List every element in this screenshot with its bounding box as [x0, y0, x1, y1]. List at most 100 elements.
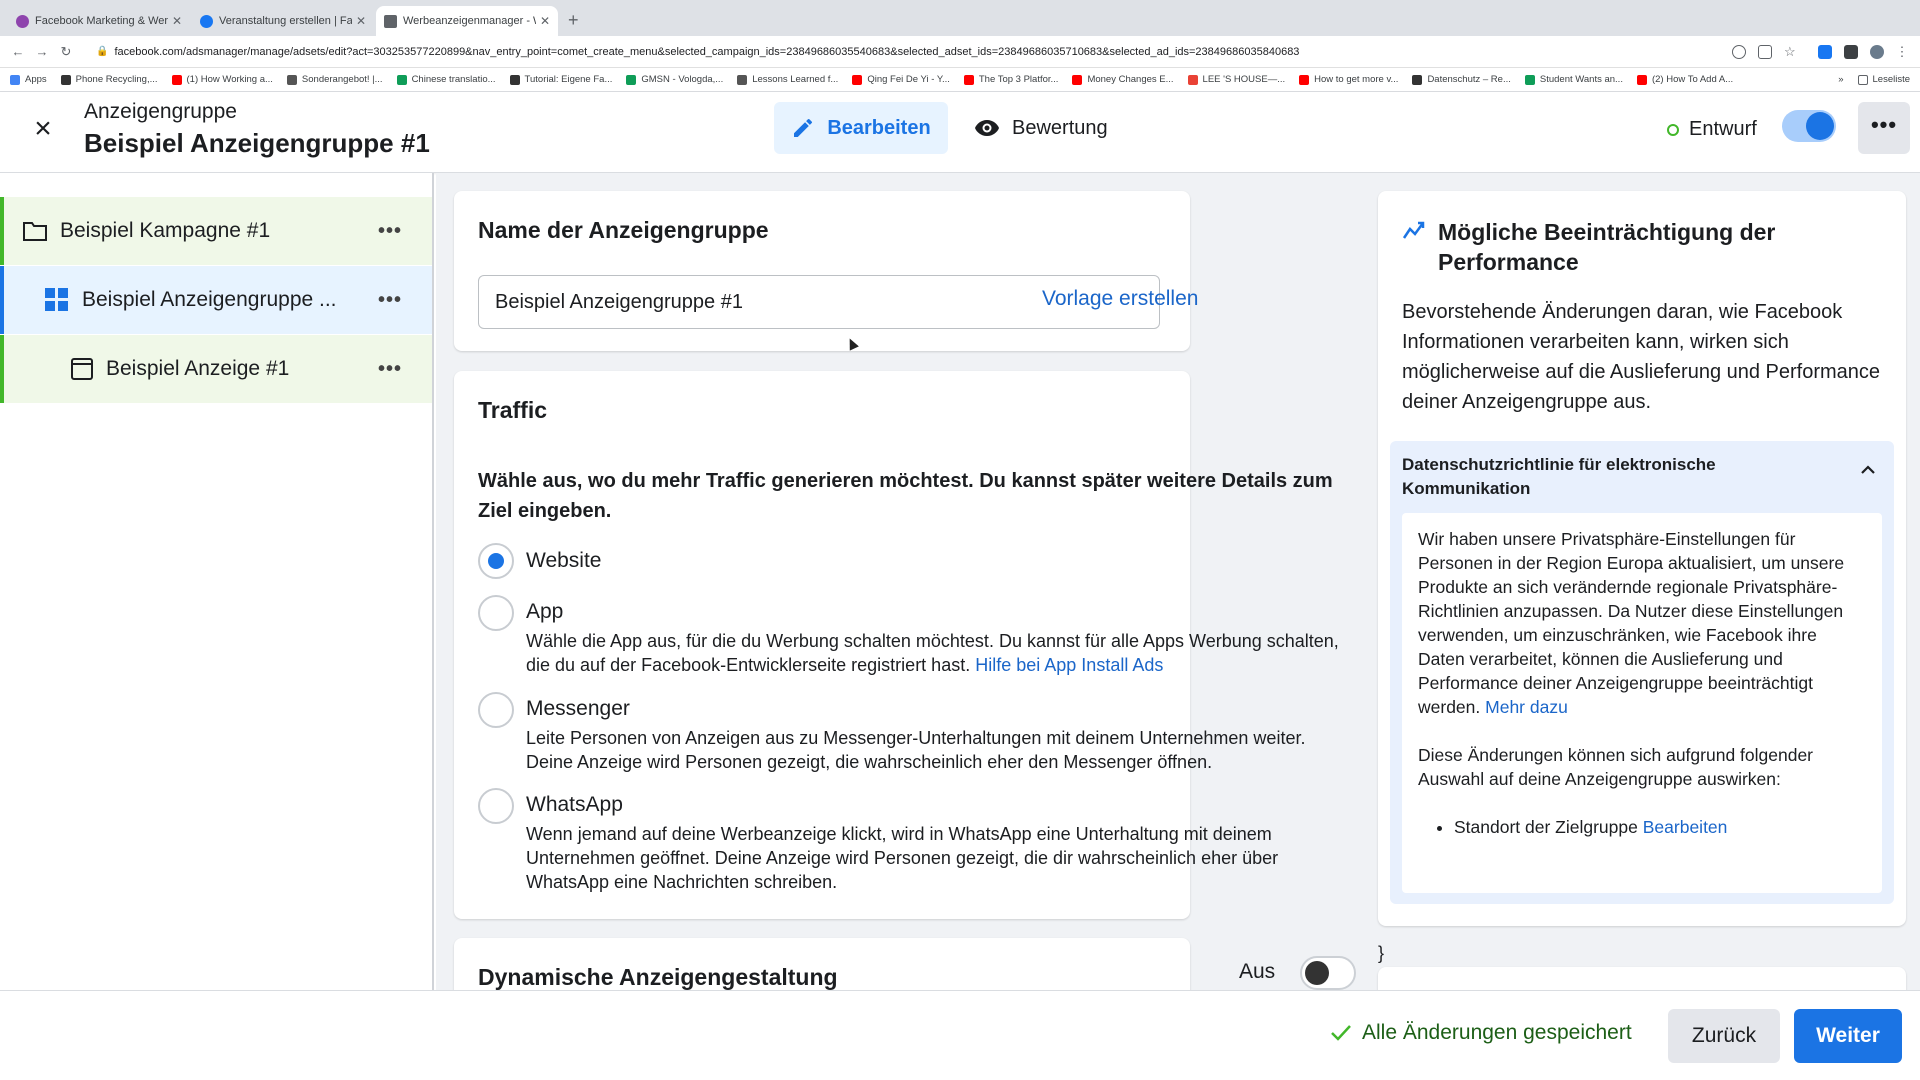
- bookmark[interactable]: Apps: [10, 74, 47, 85]
- bookmark[interactable]: Datenschutz – Re...: [1412, 74, 1511, 85]
- bookmark[interactable]: Lessons Learned f...: [737, 74, 838, 85]
- back-button[interactable]: Zurück: [1668, 1009, 1780, 1063]
- bookmarks-bar: Apps Phone Recycling,... (1) How Working…: [0, 68, 1920, 92]
- bookmarks-overflow-icon[interactable]: »: [1838, 74, 1843, 85]
- radio-label: Messenger: [526, 697, 630, 720]
- chevron-up-icon[interactable]: [1860, 465, 1876, 475]
- more-options-icon[interactable]: •••: [378, 220, 402, 243]
- traffic-card: Traffic Wähle aus, wo du mehr Traffic ge…: [454, 371, 1339, 919]
- bookmark-favicon-icon: [1524, 74, 1535, 85]
- accordion-paragraph: Wir haben unsere Privatsphäre-Einstellun…: [1418, 529, 1845, 717]
- facebook-extension-icon[interactable]: [1818, 44, 1832, 59]
- accordion-paragraph: Diese Änderungen können sich aufgrund fo…: [1418, 745, 1814, 789]
- youtube-icon: [963, 74, 974, 85]
- dynamic-creative-toggle[interactable]: [1300, 956, 1356, 990]
- url-field[interactable]: 🔒 facebook.com/adsmanager/manage/adsets/e…: [84, 40, 1726, 64]
- radio-label: Website: [526, 549, 602, 572]
- browser-tab[interactable]: Veranstaltung erstellen | Faceb✕: [192, 6, 374, 36]
- radio-label: WhatsApp: [526, 793, 623, 816]
- more-options-button[interactable]: •••: [1858, 102, 1910, 154]
- reading-list-icon: [1857, 74, 1868, 85]
- new-tab-icon[interactable]: +: [568, 6, 579, 31]
- list-item: Standort der Zielgruppe Bearbeiten: [1454, 815, 1866, 839]
- bookmark[interactable]: LEE 'S HOUSE—...: [1187, 74, 1285, 85]
- bookmark[interactable]: Chinese translatio...: [396, 74, 496, 85]
- radio-whatsapp[interactable]: [478, 788, 514, 824]
- bookmark[interactable]: GMSN - Vologda,...: [626, 74, 723, 85]
- bookmark[interactable]: Phone Recycling,...: [60, 74, 158, 85]
- bookmark-favicon-icon: [626, 74, 637, 85]
- radio-website[interactable]: [478, 543, 514, 579]
- bookmark[interactable]: Student Wants an...: [1524, 74, 1623, 85]
- forward-arrow-icon[interactable]: →: [30, 44, 54, 59]
- edit-location-link[interactable]: Bearbeiten: [1643, 817, 1728, 837]
- share-icon[interactable]: [1758, 44, 1772, 59]
- close-tab-icon[interactable]: ✕: [356, 14, 366, 28]
- youtube-icon: [1072, 74, 1083, 85]
- bookmark-favicon-icon: [737, 74, 748, 85]
- tab-favicon-icon: [16, 14, 29, 28]
- close-tab-icon[interactable]: ✕: [172, 14, 182, 28]
- bookmark[interactable]: Qing Fei De Yi - Y...: [852, 74, 950, 85]
- next-button[interactable]: Weiter: [1794, 1009, 1902, 1063]
- page-title: Beispiel Anzeigengruppe #1: [84, 128, 430, 158]
- adset-name-card: Name der Anzeigengruppe Beispiel Anzeige…: [454, 191, 1198, 351]
- back-arrow-icon[interactable]: ←: [6, 44, 30, 59]
- star-icon[interactable]: ☆: [1784, 45, 1798, 59]
- dynamic-creative-card: Dynamische Anzeigengestaltung Aus: [454, 938, 1356, 990]
- toggle-knob: [1305, 961, 1329, 985]
- bookmark[interactable]: Money Changes E...: [1072, 74, 1174, 85]
- grid-icon: [45, 288, 68, 311]
- youtube-icon: [171, 74, 182, 85]
- status-badge: Entwurf: [1667, 118, 1757, 141]
- radio-messenger[interactable]: [478, 692, 514, 728]
- traffic-question: Wähle aus, wo du mehr Traffic generieren…: [478, 470, 1333, 522]
- edit-tab-button[interactable]: Bearbeiten: [774, 102, 948, 154]
- bookmark[interactable]: The Top 3 Platfor...: [963, 74, 1058, 85]
- review-tab-button[interactable]: Bewertung: [974, 102, 1108, 154]
- notice-title: Mögliche Beeinträchtigung der Performanc…: [1438, 219, 1776, 275]
- youtube-icon: [852, 74, 863, 85]
- reload-icon[interactable]: ↻: [54, 44, 78, 60]
- bookmark[interactable]: How to get more v...: [1299, 74, 1398, 85]
- radio-label: App: [526, 600, 564, 623]
- profile-avatar-icon[interactable]: [1870, 44, 1884, 59]
- more-options-icon[interactable]: •••: [378, 358, 402, 381]
- toggle-knob: [1806, 112, 1834, 140]
- toggle-label: Aus: [1239, 960, 1276, 983]
- bookmark[interactable]: (1) How Working a...: [171, 74, 273, 85]
- footer-bar: Alle Änderungen gespeichert Zurück Weite…: [0, 990, 1920, 1080]
- close-tab-icon[interactable]: ✕: [540, 14, 550, 28]
- more-options-icon[interactable]: •••: [378, 289, 402, 312]
- address-bar-row: ← → ↻ 🔒 facebook.com/adsmanager/manage/ad…: [0, 36, 1920, 68]
- zoom-icon[interactable]: [1732, 44, 1746, 59]
- radio-app[interactable]: [478, 595, 514, 631]
- close-icon[interactable]: ×: [30, 114, 56, 144]
- status-toggle[interactable]: [1782, 110, 1836, 142]
- reading-list[interactable]: Leseliste: [1857, 74, 1910, 85]
- checkmark-icon: [1331, 1025, 1351, 1041]
- bookmark[interactable]: Tutorial: Eigene Fa...: [509, 74, 612, 85]
- sidebar-item-ad[interactable]: Beispiel Anzeige #1 •••: [0, 335, 432, 403]
- app-header: × Anzeigengruppe Beispiel Anzeigengruppe…: [0, 92, 1920, 173]
- card-title: Dynamische Anzeigengestaltung: [478, 964, 838, 990]
- browser-tab-active[interactable]: Werbeanzeigenmanager - Wer✕: [376, 6, 558, 36]
- browser-tab-strip: Facebook Marketing & Werbe ✕ Veranstaltun…: [0, 0, 1920, 36]
- puzzle-extension-icon[interactable]: [1844, 44, 1858, 59]
- lock-icon: 🔒: [96, 46, 109, 57]
- browser-tab[interactable]: Facebook Marketing & Werbe ✕: [8, 6, 190, 36]
- sidebar-item-adset[interactable]: Beispiel Anzeigengruppe ... •••: [0, 266, 432, 334]
- sidebar-item-campaign[interactable]: Beispiel Kampagne #1 •••: [0, 197, 432, 265]
- learn-more-link[interactable]: Mehr dazu: [1485, 697, 1568, 717]
- pencil-icon: [794, 118, 813, 137]
- apps-grid-icon: [10, 74, 20, 85]
- accordion-title[interactable]: Datenschutzrichtlinie für elektronische …: [1402, 453, 1822, 501]
- create-template-link[interactable]: Vorlage erstellen: [1042, 287, 1198, 311]
- radio-description: Wähle die App aus, für die du Werbung sc…: [526, 631, 1339, 675]
- folder-icon: [23, 222, 47, 241]
- bookmark[interactable]: (2) How To Add A...: [1636, 74, 1733, 85]
- browser-menu-icon[interactable]: ⋮: [1890, 44, 1914, 60]
- bookmark[interactable]: Sonderangebot! |...: [286, 74, 383, 85]
- app-install-help-link[interactable]: Hilfe bei App Install Ads: [975, 655, 1163, 675]
- radio-description: Leite Personen von Anzeigen aus zu Messe…: [526, 728, 1306, 772]
